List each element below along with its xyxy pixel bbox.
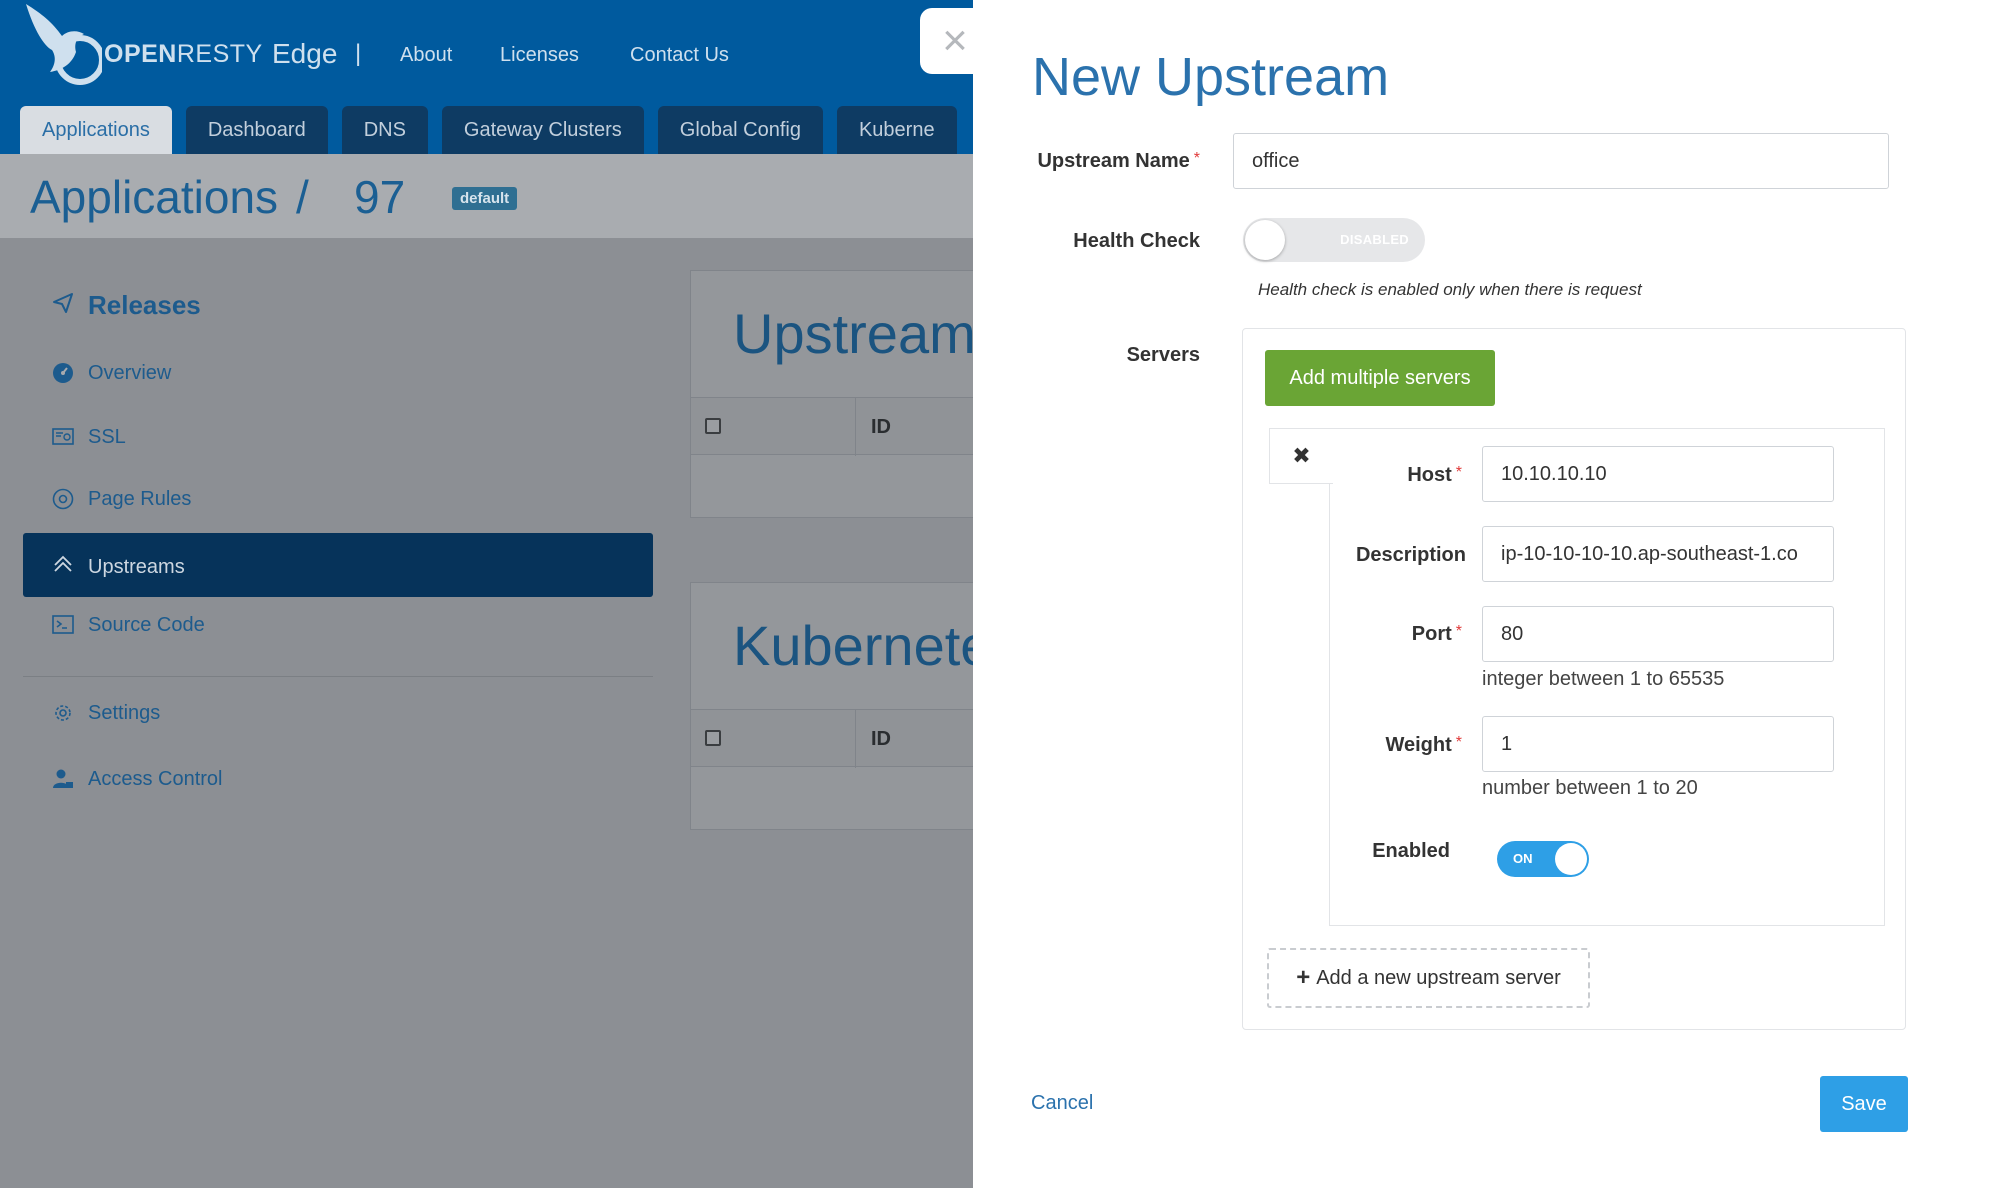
user-lock-icon bbox=[52, 768, 74, 790]
host-label: Host * bbox=[1407, 464, 1462, 486]
description-label: Description bbox=[1355, 544, 1466, 566]
tab-gateway-clusters[interactable]: Gateway Clusters bbox=[441, 106, 644, 154]
sidebar-item-page-rules[interactable]: Page Rules bbox=[52, 484, 191, 514]
column-id: ID bbox=[871, 728, 891, 750]
nav-about-link[interactable]: About bbox=[400, 44, 452, 67]
sidebar-title-label: Releases bbox=[88, 290, 201, 320]
sidebar-divider bbox=[23, 676, 653, 677]
paper-plane-icon bbox=[52, 290, 74, 321]
sidebar-item-access-control[interactable]: Access Control bbox=[52, 764, 223, 794]
tab-kubernetes[interactable]: Kuberne bbox=[836, 106, 957, 154]
sidebar-item-label: Page Rules bbox=[88, 487, 192, 510]
add-multiple-servers-button[interactable]: Add multiple servers bbox=[1265, 350, 1495, 406]
page-rules-icon bbox=[52, 488, 74, 510]
nav-licenses-link[interactable]: Licenses bbox=[500, 44, 579, 67]
hummingbird-logo-icon bbox=[26, 4, 102, 85]
description-input[interactable]: ip-10-10-10-10.ap-southeast-1.co bbox=[1482, 526, 1834, 582]
brand-name: OPENRESTY bbox=[104, 40, 263, 68]
table-header: ID bbox=[691, 397, 991, 456]
toggle-state: ON bbox=[1513, 851, 1533, 866]
sidebar-item-ssl[interactable]: SSL bbox=[52, 422, 126, 452]
breadcrumb-applications[interactable]: Applications bbox=[30, 170, 278, 224]
sidebar-item-overview[interactable]: Overview bbox=[52, 358, 171, 388]
modal-title: New Upstream bbox=[1032, 47, 1390, 107]
sidebar-item-upstreams-content[interactable]: Upstreams bbox=[52, 553, 185, 581]
column-divider bbox=[855, 398, 856, 456]
select-all-checkbox[interactable] bbox=[705, 418, 721, 434]
sidebar-releases[interactable]: Releases bbox=[52, 290, 201, 321]
tab-applications[interactable]: Applications bbox=[20, 106, 172, 154]
nav-separator: | bbox=[355, 40, 362, 67]
select-all-checkbox[interactable] bbox=[705, 730, 721, 746]
tab-dns[interactable]: DNS bbox=[341, 106, 428, 154]
breadcrumb-separator: / bbox=[296, 171, 309, 223]
column-divider bbox=[855, 710, 856, 768]
nav-contact-link[interactable]: Contact Us bbox=[630, 44, 729, 67]
certificate-icon bbox=[52, 426, 74, 448]
sidebar-item-source-code[interactable]: Source Code bbox=[52, 610, 205, 640]
toggle-state: DISABLED bbox=[1340, 232, 1409, 247]
dashboard-icon bbox=[52, 362, 74, 384]
plus-icon: + bbox=[1296, 964, 1311, 991]
sidebar-item-label: Access Control bbox=[88, 767, 223, 790]
port-label: Port * bbox=[1411, 623, 1462, 645]
openresty-logo[interactable]: OPENRESTY Edge bbox=[22, 0, 337, 96]
health-check-label: Health Check bbox=[1073, 230, 1200, 252]
status-badge: default bbox=[452, 187, 518, 210]
sidebar-item-label: SSL bbox=[88, 425, 126, 448]
health-check-hint: Health check is enabled only when there … bbox=[1258, 280, 1642, 299]
upstreams-panel: Upstream ID bbox=[690, 270, 991, 518]
gear-icon bbox=[52, 702, 74, 724]
sidebar-item-label: Settings bbox=[88, 701, 161, 724]
brand-edge: Edge bbox=[272, 38, 338, 69]
add-upstream-server-button[interactable]: + Add a new upstream server bbox=[1267, 948, 1590, 1008]
sidebar-item-label: Upstreams bbox=[88, 555, 185, 578]
host-input[interactable]: 10.10.10.10 bbox=[1482, 446, 1834, 502]
sidebar-item-label: Source Code bbox=[88, 613, 205, 636]
sidebar-item-label: Overview bbox=[88, 361, 172, 384]
port-input[interactable]: 80 bbox=[1482, 606, 1834, 662]
main-tabs: Applications Dashboard DNS Gateway Clust… bbox=[20, 106, 957, 154]
panel-title: Kubernete bbox=[733, 614, 992, 677]
kubernetes-panel: Kubernete ID bbox=[690, 582, 992, 830]
panel-title: Upstream bbox=[733, 302, 976, 365]
breadcrumb-app-id: 97 bbox=[354, 171, 406, 223]
weight-help-text: number between 1 to 20 bbox=[1482, 777, 1698, 799]
column-id: ID bbox=[871, 416, 891, 438]
upstream-name-input[interactable]: office bbox=[1233, 133, 1889, 189]
save-button[interactable]: Save bbox=[1820, 1076, 1908, 1132]
sidebar-item-settings[interactable]: Settings bbox=[52, 698, 160, 728]
terminal-icon bbox=[52, 614, 74, 636]
health-check-toggle[interactable]: DISABLED bbox=[1243, 218, 1425, 262]
add-upstream-server-label: Add a new upstream server bbox=[1316, 966, 1561, 989]
enabled-toggle[interactable]: ON bbox=[1497, 841, 1589, 877]
toggle-knob bbox=[1555, 843, 1587, 875]
toggle-knob bbox=[1245, 220, 1285, 260]
weight-input[interactable]: 1 bbox=[1482, 716, 1834, 772]
cancel-button[interactable]: Cancel bbox=[1031, 1092, 1093, 1115]
enabled-label: Enabled bbox=[1372, 840, 1450, 862]
tab-global-config[interactable]: Global Config bbox=[657, 106, 823, 154]
servers-label: Servers bbox=[1126, 344, 1200, 366]
tab-dashboard[interactable]: Dashboard bbox=[185, 106, 328, 154]
upstreams-icon bbox=[52, 553, 74, 581]
upstream-name-label: Upstream Name * bbox=[1037, 150, 1200, 172]
port-help-text: integer between 1 to 65535 bbox=[1482, 668, 1725, 690]
weight-label: Weight * bbox=[1385, 734, 1462, 756]
table-header: ID bbox=[691, 709, 991, 768]
